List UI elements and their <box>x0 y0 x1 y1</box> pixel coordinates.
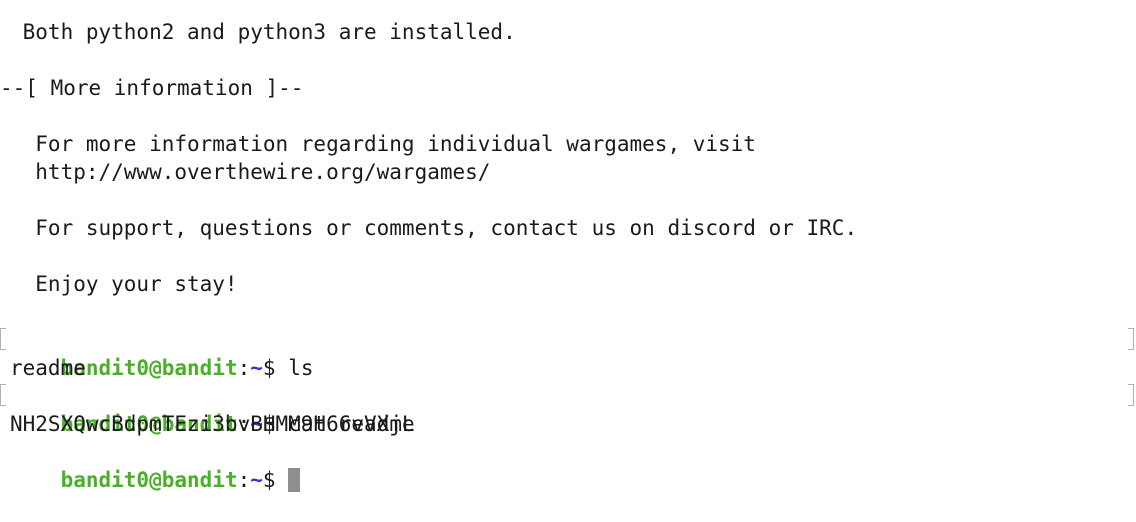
prompt-line: bandit0@bandit:~$ cat readme <box>0 382 1136 436</box>
motd-enjoy-line: Enjoy your stay! <box>10 272 238 296</box>
motd-support-line: For support, questions or comments, cont… <box>10 216 858 240</box>
motd-info-line: For more information regarding individua… <box>10 132 756 156</box>
prompt-line: bandit0@bandit:~$ ls <box>0 326 1136 380</box>
mark-bracket-left <box>0 328 6 350</box>
motd-url-line: http://www.overthewire.org/wargames/ <box>10 160 491 184</box>
command-output: NH2SXQwcBdpmTEzi3bvBHMM9H66vVXjL <box>10 412 415 436</box>
motd-more-info-header: --[ More information ]-- <box>0 76 304 100</box>
terminal-window[interactable]: Both python2 and python3 are installed. … <box>0 18 1136 492</box>
mark-bracket-right <box>1128 384 1134 406</box>
active-prompt-line[interactable]: bandit0@bandit:~$ <box>0 438 1136 492</box>
mark-bracket-right <box>1128 328 1134 350</box>
command-output: readme <box>10 356 86 380</box>
mark-bracket-left <box>0 384 6 406</box>
motd-python-line: Both python2 and python3 are installed. <box>10 20 516 44</box>
